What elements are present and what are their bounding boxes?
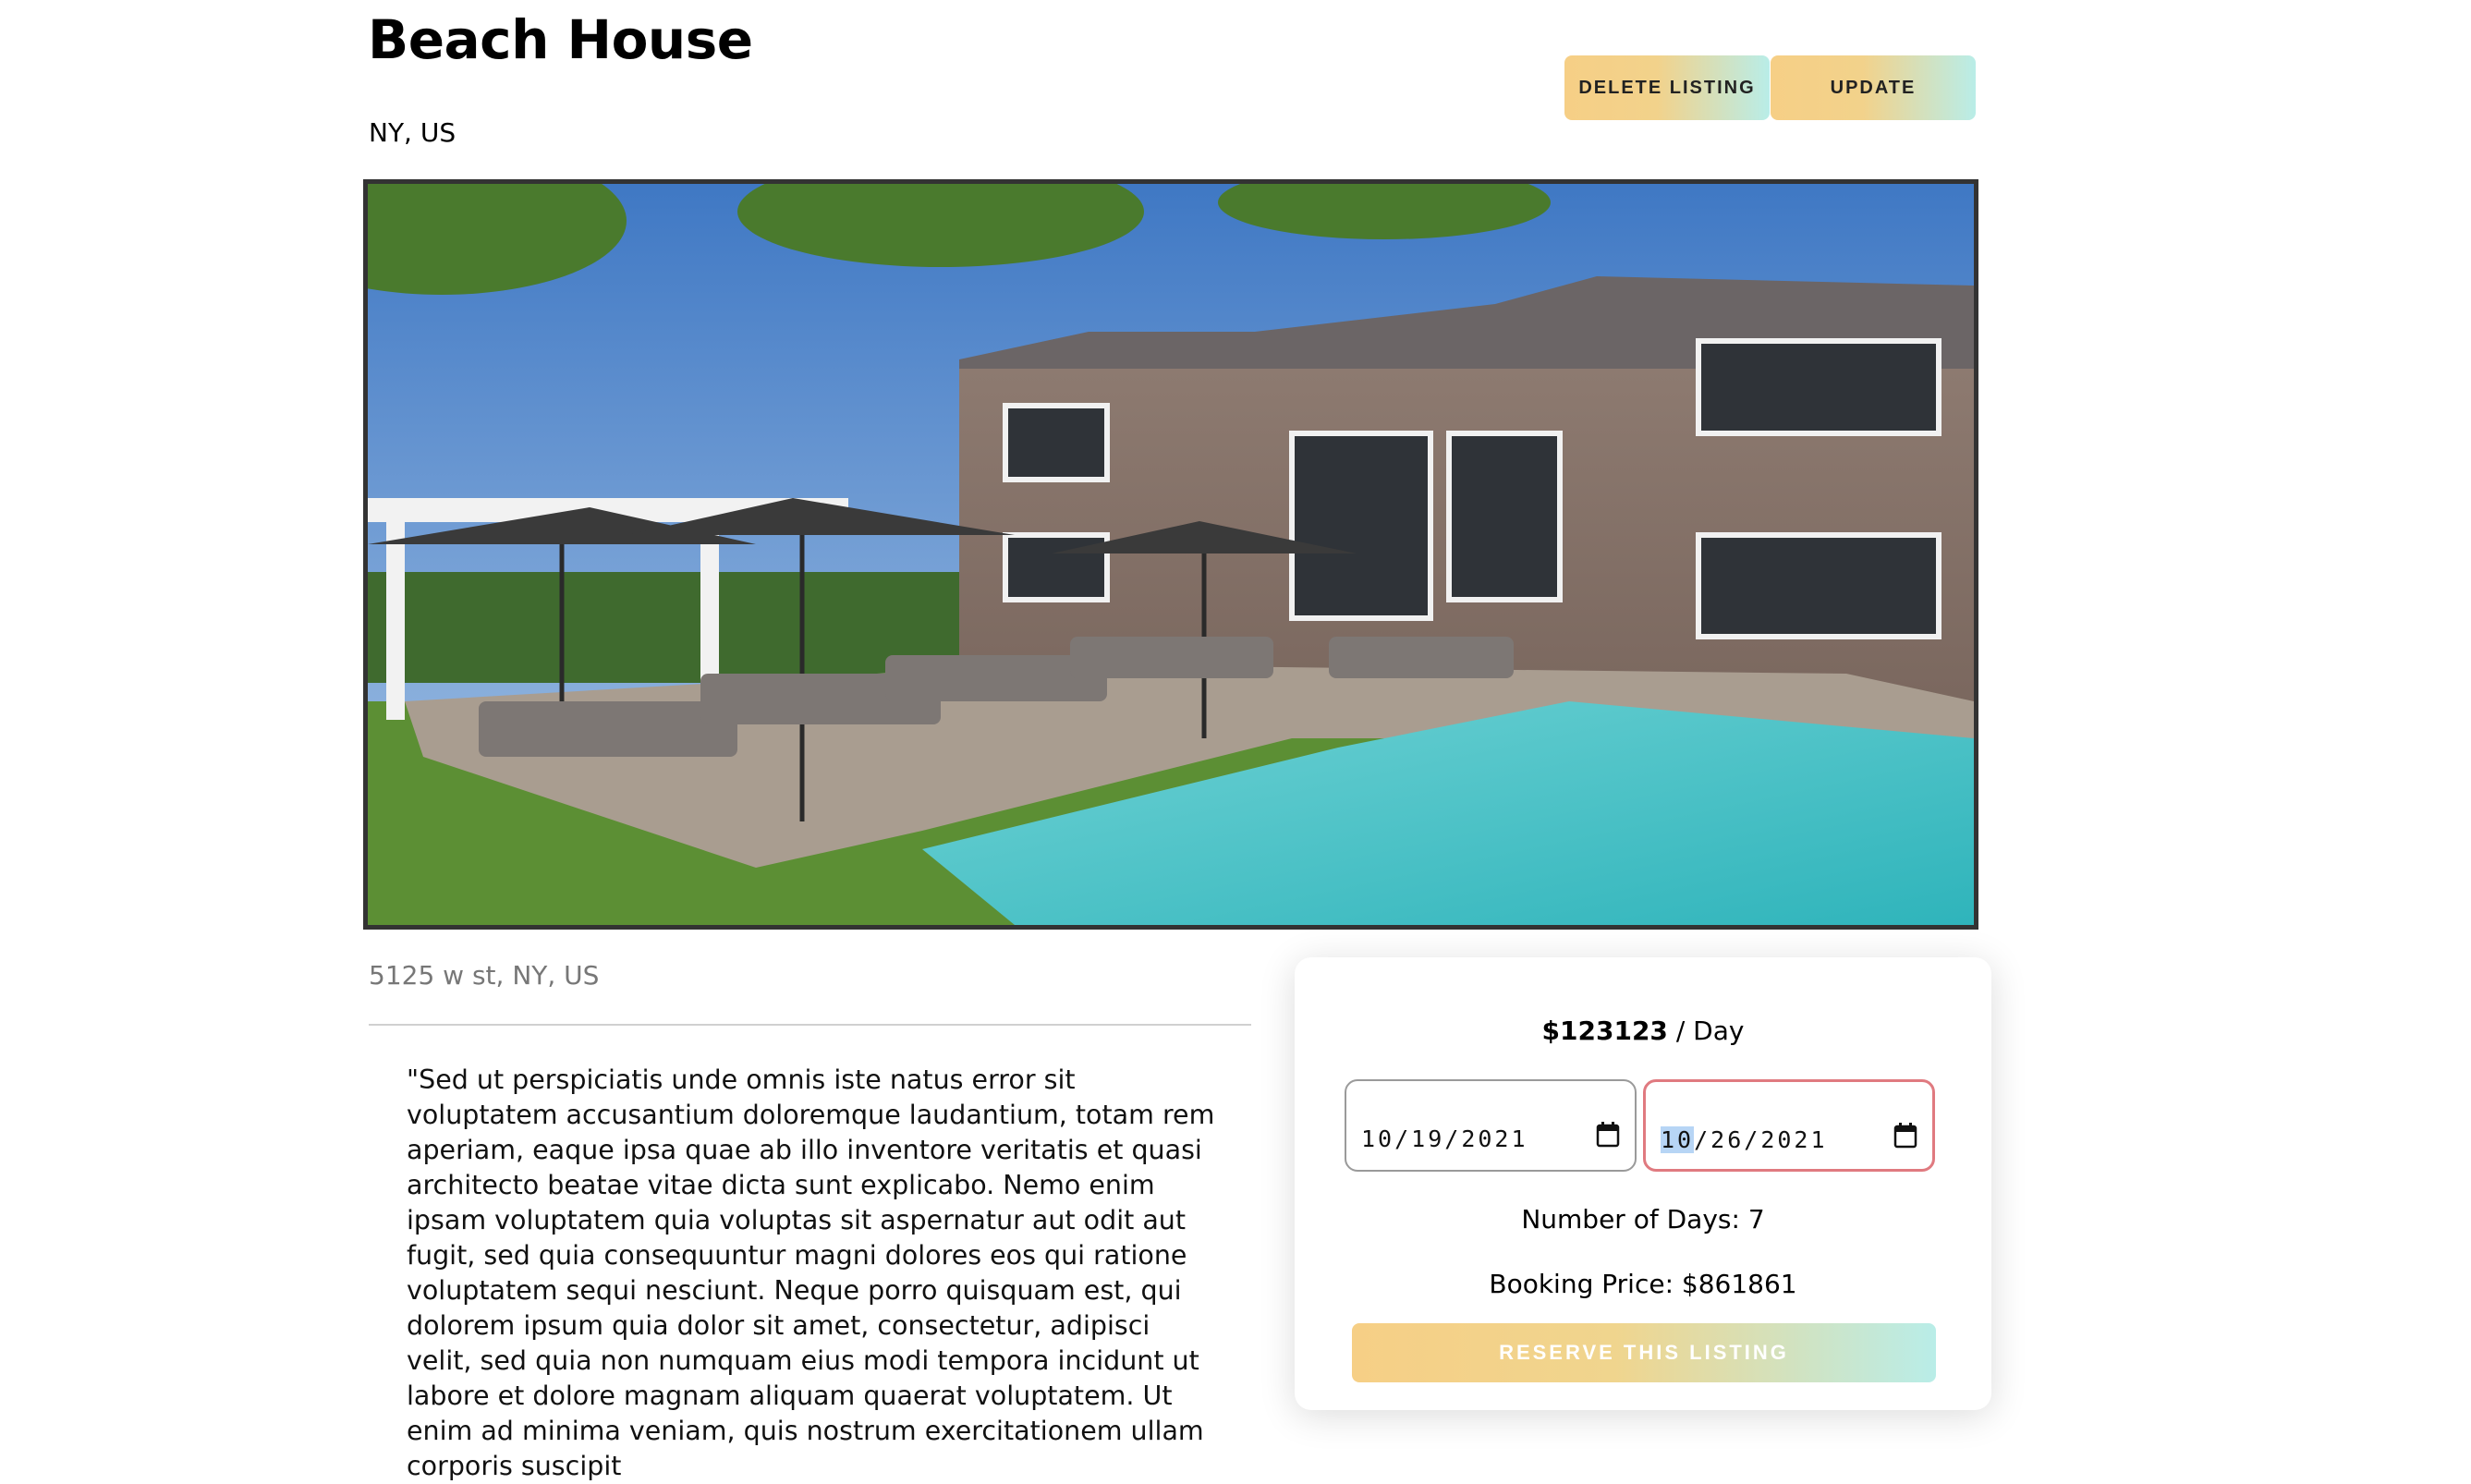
listing-title: Beach House	[368, 8, 753, 71]
booking-card: $123123 / Day 10/19/2021 10/26/2021 Numb…	[1295, 957, 1991, 1410]
delete-listing-button[interactable]: DELETE LISTING	[1564, 55, 1770, 120]
start-date-input[interactable]: 10/19/2021	[1345, 1079, 1637, 1172]
divider	[369, 1024, 1251, 1026]
price-unit: / Day	[1667, 1016, 1745, 1046]
listing-description: "Sed ut perspiciatis unde omnis iste nat…	[407, 1064, 1215, 1481]
start-date-value: 10/19/2021	[1361, 1124, 1528, 1155]
end-date-input[interactable]: 10/26/2021	[1643, 1079, 1935, 1172]
house-pool-image	[368, 184, 1974, 925]
update-button[interactable]: UPDATE	[1771, 55, 1976, 120]
listing-location: NY, US	[369, 117, 456, 148]
listing-photo	[363, 179, 1978, 930]
booking-price: Booking Price: $861861	[1489, 1269, 1797, 1299]
calendar-icon[interactable]	[1893, 1123, 1917, 1149]
number-of-days: Number of Days: 7	[1521, 1204, 1765, 1235]
price-value: $123123	[1541, 1016, 1668, 1046]
listing-address: 5125 w st, NY, US	[369, 960, 600, 991]
end-date-value: 10/26/2021	[1661, 1125, 1828, 1156]
end-date-rest: /26/2021	[1694, 1126, 1828, 1153]
end-date-month-selected: 10	[1661, 1126, 1695, 1153]
start-date-rest: /19/2021	[1394, 1125, 1528, 1152]
price-per-day: $123123 / Day	[1295, 1013, 1991, 1050]
start-date-month: 10	[1361, 1125, 1395, 1152]
reserve-listing-button[interactable]: RESERVE THIS LISTING	[1352, 1323, 1936, 1382]
calendar-icon[interactable]	[1596, 1122, 1620, 1148]
